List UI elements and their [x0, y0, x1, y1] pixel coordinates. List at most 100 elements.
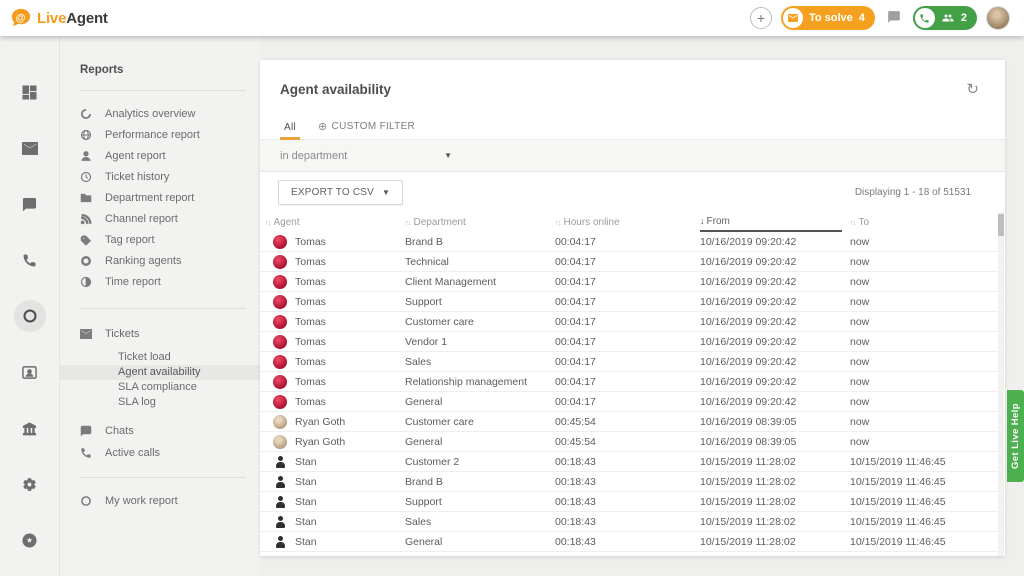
- column-header-agent[interactable]: ↑↓ Agent: [265, 212, 405, 232]
- refresh-icon[interactable]: ↻: [966, 80, 979, 98]
- sidebar-subitem-agent-availability[interactable]: Agent availability: [60, 365, 260, 380]
- sidebar-item-label: Ranking agents: [105, 255, 181, 267]
- agent-name: Stan: [295, 456, 317, 468]
- column-header-hours-online[interactable]: ↑↓ Hours online: [555, 212, 700, 232]
- sidebar-item-time-report[interactable]: Time report: [80, 271, 260, 292]
- active-calls-button[interactable]: 2: [913, 6, 977, 30]
- to-cell: now: [850, 276, 995, 288]
- sidebar-subitem-sla-log[interactable]: SLA log: [60, 395, 260, 410]
- sidebar-item-department-report[interactable]: Department report: [80, 187, 260, 208]
- chat-bubble-icon[interactable]: [884, 8, 904, 28]
- agent-avatar: [273, 535, 287, 549]
- contacts-icon[interactable]: [14, 356, 46, 388]
- table-row[interactable]: Ryan Goth Customer care 00:45:54 10/16/2…: [260, 412, 1005, 432]
- sort-desc-icon: ↓: [700, 216, 704, 226]
- sidebar-item-performance-report[interactable]: Performance report: [80, 124, 260, 145]
- agent-name: Stan: [295, 476, 317, 488]
- table-row[interactable]: Tomas General 00:04:17 10/16/2019 09:20:…: [260, 392, 1005, 412]
- table-row[interactable]: Stan General 00:18:43 10/15/2019 11:28:0…: [260, 532, 1005, 552]
- from-cell: 10/15/2019 11:28:02: [700, 496, 850, 508]
- gamification-icon[interactable]: [14, 524, 46, 556]
- table-row[interactable]: Tomas Brand B 00:04:17 10/16/2019 09:20:…: [260, 232, 1005, 252]
- department-cell: Sales: [405, 516, 555, 528]
- table-row[interactable]: Stan Customer 2 00:18:43 10/15/2019 11:2…: [260, 452, 1005, 472]
- sidebar-item-tag-report[interactable]: Tag report: [80, 229, 260, 250]
- phone-icon: [915, 8, 935, 28]
- dashboard-icon[interactable]: [14, 76, 46, 108]
- table-row[interactable]: Tomas Relationship management 00:04:17 1…: [260, 372, 1005, 392]
- sidebar-item-ranking-agents[interactable]: Ranking agents: [80, 250, 260, 271]
- table-row[interactable]: Stan Brand B 00:18:43 10/15/2019 11:28:0…: [260, 472, 1005, 492]
- settings-icon[interactable]: [14, 468, 46, 500]
- user-avatar[interactable]: [986, 6, 1010, 30]
- agent-name: Tomas: [295, 376, 326, 388]
- agent-cell: Tomas: [265, 375, 405, 389]
- sidebar-item-active-calls[interactable]: Active calls: [80, 442, 260, 463]
- chevron-down-icon: ▼: [382, 188, 390, 197]
- column-header-to[interactable]: ↑↓ To: [850, 212, 995, 232]
- tickets-icon[interactable]: [14, 132, 46, 164]
- to-cell: now: [850, 236, 995, 248]
- hours-online-cell: 00:04:17: [555, 396, 700, 408]
- divider: [80, 477, 246, 478]
- calls-icon[interactable]: [14, 244, 46, 276]
- table-row[interactable]: Stan Support 00:18:43 10/15/2019 11:28:0…: [260, 492, 1005, 512]
- sidebar-subitem-ticket-load[interactable]: Ticket load: [60, 350, 260, 365]
- column-header-from[interactable]: ↓ From: [700, 212, 842, 232]
- table-scrollbar[interactable]: [998, 212, 1004, 556]
- circle-icon: [80, 495, 92, 507]
- sidebar-item-tickets[interactable]: Tickets: [80, 323, 260, 344]
- agent-name: Tomas: [295, 356, 326, 368]
- sidebar-subitem-sla-compliance[interactable]: SLA compliance: [60, 380, 260, 395]
- table-row[interactable]: Tomas Vendor 1 00:04:17 10/16/2019 09:20…: [260, 332, 1005, 352]
- table-toolbar: EXPORT TO CSV ▼ Displaying 1 - 18 of 515…: [260, 172, 1005, 212]
- sidebar-item-agent-report[interactable]: Agent report: [80, 145, 260, 166]
- export-label: EXPORT TO CSV: [291, 187, 374, 198]
- table-row[interactable]: Stan Sales 00:18:43 10/15/2019 11:28:02 …: [260, 512, 1005, 532]
- sidebar-title: Reports: [80, 64, 260, 76]
- sidebar-item-channel-report[interactable]: Channel report: [80, 208, 260, 229]
- department-cell: Customer care: [405, 416, 555, 428]
- export-csv-button[interactable]: EXPORT TO CSV ▼: [278, 180, 403, 205]
- hours-online-cell: 00:04:17: [555, 296, 700, 308]
- billing-icon[interactable]: [14, 412, 46, 444]
- reports-icon[interactable]: [14, 300, 46, 332]
- tab-all[interactable]: All: [280, 122, 300, 139]
- column-header-department[interactable]: ↑↓ Department: [405, 212, 555, 232]
- table-row[interactable]: Tomas Customer care 00:04:17 10/16/2019 …: [260, 312, 1005, 332]
- agent-name: Ryan Goth: [295, 416, 345, 428]
- sidebar-item-ticket-history[interactable]: Ticket history: [80, 166, 260, 187]
- sidebar-item-label: Analytics overview: [105, 108, 195, 120]
- sidebar-item-chats[interactable]: Chats: [80, 420, 260, 441]
- to-cell: now: [850, 396, 995, 408]
- hours-online-cell: 00:04:17: [555, 256, 700, 268]
- chats-icon[interactable]: [14, 188, 46, 220]
- table-row[interactable]: Tomas Client Management 00:04:17 10/16/2…: [260, 272, 1005, 292]
- folder-icon: [80, 192, 92, 204]
- to-solve-button[interactable]: To solve 4: [781, 6, 875, 30]
- chevron-down-icon: ▼: [444, 151, 452, 160]
- plus-circle-icon: ⊕: [318, 120, 328, 133]
- agent-cell: Tomas: [265, 235, 405, 249]
- table-body: Tomas Brand B 00:04:17 10/16/2019 09:20:…: [260, 232, 1005, 556]
- to-cell: 10/15/2019 11:46:45: [850, 496, 995, 508]
- table-row[interactable]: Tomas Technical 00:04:17 10/16/2019 09:2…: [260, 252, 1005, 272]
- tab-custom-filter[interactable]: ⊕ CUSTOM FILTER: [314, 120, 419, 139]
- table-row[interactable]: Ryan Goth General 00:45:54 10/16/2019 08…: [260, 432, 1005, 452]
- plus-circle-icon[interactable]: +: [750, 7, 772, 29]
- svg-text:@: @: [16, 13, 26, 24]
- department-filter-select[interactable]: in department ▼: [280, 150, 452, 162]
- table-row[interactable]: Tomas Support 00:04:17 10/16/2019 09:20:…: [260, 292, 1005, 312]
- top-header: @ Live Agent + To solve 4 2: [0, 0, 1024, 36]
- sidebar-item-my-work-report[interactable]: My work report: [80, 490, 260, 511]
- get-live-help-button[interactable]: Get Live Help: [1007, 390, 1024, 482]
- sidebar-item-analytics-overview[interactable]: Analytics overview: [80, 103, 260, 124]
- donut-icon: [80, 108, 92, 120]
- liveagent-logo: @ Live Agent: [10, 7, 108, 29]
- department-cell: Support: [405, 296, 555, 308]
- to-cell: 10/15/2019 11:46:45: [850, 536, 995, 548]
- agent-name: Stan: [295, 496, 317, 508]
- hours-online-cell: 00:18:43: [555, 516, 700, 528]
- table-row[interactable]: Tomas Sales 00:04:17 10/16/2019 09:20:42…: [260, 352, 1005, 372]
- scrollbar-thumb[interactable]: [998, 214, 1004, 236]
